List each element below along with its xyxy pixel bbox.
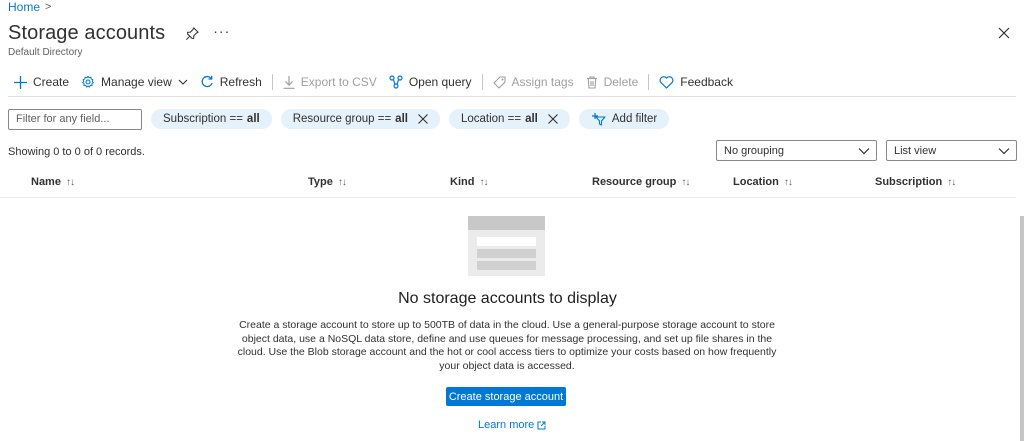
trash-icon	[586, 75, 597, 89]
subscription-filter-value: all	[246, 113, 260, 125]
sort-icon: ↑↓	[681, 176, 690, 188]
tag-icon	[492, 75, 506, 89]
learn-more-link[interactable]: Learn more	[478, 419, 546, 431]
download-icon	[283, 75, 295, 89]
open-query-button[interactable]: Open query	[383, 70, 478, 94]
page-title: Storage accounts	[8, 22, 166, 44]
column-label: Location	[733, 176, 779, 188]
column-label: Resource group	[592, 176, 677, 188]
open-query-label: Open query	[408, 75, 472, 89]
subscription-filter-label: Subscription ==	[163, 113, 243, 125]
toolbar-divider	[271, 74, 273, 90]
empty-state-description: Create a storage account to store up to …	[237, 319, 777, 372]
refresh-button[interactable]: Refresh	[194, 70, 268, 94]
delete-label: Delete	[603, 75, 639, 89]
pin-icon[interactable]	[185, 26, 199, 41]
view-dropdown[interactable]: List view	[886, 140, 1017, 161]
title-row: Storage accounts ···	[8, 22, 230, 45]
create-label: Create	[33, 75, 70, 89]
export-csv-label: Export to CSV	[300, 75, 377, 89]
sort-icon: ↑↓	[783, 176, 793, 188]
plus-icon	[14, 75, 27, 89]
more-options-icon[interactable]: ···	[213, 23, 230, 39]
column-label: Kind	[450, 176, 475, 188]
column-header-location[interactable]: Location ↑↓	[733, 176, 793, 188]
column-header-type[interactable]: Type ↑↓	[308, 176, 347, 188]
grouping-dropdown[interactable]: No grouping	[716, 140, 877, 161]
column-header-subscription[interactable]: Subscription ↑↓	[875, 176, 956, 188]
vertical-scrollbar[interactable]	[1020, 216, 1024, 441]
external-link-icon	[537, 421, 546, 429]
breadcrumb: Home >	[8, 0, 51, 14]
breadcrumb-home-link[interactable]: Home	[8, 0, 40, 14]
view-selected: List view	[894, 144, 937, 157]
toolbar-divider	[481, 74, 483, 90]
sort-icon: ↑↓	[65, 176, 75, 188]
page-subtitle: Default Directory	[8, 47, 83, 58]
manage-view-label: Manage view	[101, 75, 172, 89]
resource-group-filter-pill[interactable]: Resource group == all	[280, 109, 440, 129]
grouping-selected: No grouping	[724, 144, 784, 157]
column-label: Subscription	[875, 176, 943, 188]
subscription-filter-pill[interactable]: Subscription == all	[151, 109, 272, 129]
delete-button[interactable]: Delete	[580, 70, 645, 94]
refresh-icon	[201, 75, 213, 88]
refresh-label: Refresh	[219, 75, 262, 89]
empty-state-title: No storage accounts to display	[398, 290, 617, 307]
feedback-label: Feedback	[680, 75, 733, 89]
filter-bar: Filter for any field... Subscription == …	[8, 108, 670, 130]
assign-tags-label: Assign tags	[511, 75, 574, 89]
records-count: Showing 0 to 0 of 0 records.	[8, 146, 145, 158]
add-filter-button[interactable]: Add filter	[578, 109, 670, 129]
toolbar-divider-line	[8, 96, 1016, 97]
resource-group-filter-value: all	[395, 113, 408, 125]
empty-list-illustration	[468, 216, 545, 276]
sort-icon: ↑↓	[337, 176, 347, 188]
toolbar-divider	[648, 74, 650, 90]
add-filter-icon	[591, 112, 606, 126]
chevron-down-icon	[178, 79, 188, 85]
filter-search-input[interactable]: Filter for any field...	[8, 108, 142, 130]
remove-filter-icon[interactable]	[547, 114, 558, 124]
feedback-button[interactable]: Feedback	[653, 70, 739, 94]
filter-search-placeholder: Filter for any field...	[16, 113, 110, 125]
sort-icon: ↑↓	[947, 176, 956, 188]
command-bar: Create Manage view Refresh Export to CSV…	[8, 70, 739, 94]
query-icon	[389, 75, 403, 89]
column-label: Name	[31, 176, 61, 188]
learn-more-label: Learn more	[478, 419, 535, 431]
column-header-resource-group[interactable]: Resource group ↑↓	[592, 176, 690, 188]
remove-filter-icon[interactable]	[418, 114, 428, 124]
column-label: Type	[308, 176, 333, 188]
add-filter-label: Add filter	[611, 113, 658, 125]
header-divider	[0, 197, 1016, 198]
export-csv-button[interactable]: Export to CSV	[277, 70, 383, 94]
location-filter-pill[interactable]: Location == all	[448, 109, 570, 129]
resource-group-filter-label: Resource group ==	[292, 113, 392, 125]
sort-icon: ↑↓	[479, 176, 488, 188]
gear-icon	[82, 75, 94, 88]
column-header-name[interactable]: Name ↑↓	[31, 176, 75, 188]
close-icon[interactable]	[998, 27, 1010, 39]
assign-tags-button[interactable]: Assign tags	[487, 70, 580, 94]
create-storage-account-button[interactable]: Create storage account	[446, 387, 566, 406]
manage-view-button[interactable]: Manage view	[75, 70, 194, 94]
location-filter-value: all	[525, 113, 538, 125]
chevron-down-icon	[858, 147, 870, 154]
location-filter-label: Location ==	[460, 113, 522, 125]
chevron-right-icon: >	[45, 1, 52, 13]
create-button[interactable]: Create	[8, 70, 75, 94]
chevron-down-icon	[998, 147, 1010, 154]
column-header-kind[interactable]: Kind ↑↓	[450, 176, 488, 188]
heart-icon	[659, 75, 674, 89]
